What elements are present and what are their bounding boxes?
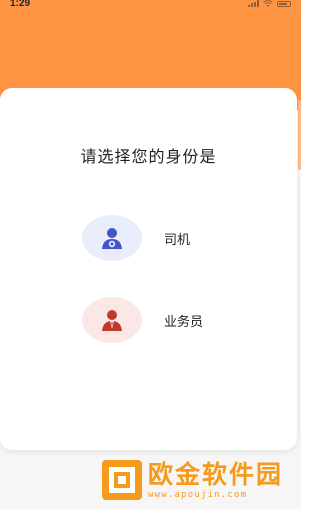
status-icons bbox=[248, 0, 291, 7]
identity-selection-screen: 1:29 请选择您的身份是 司机 业务员 欧金软件园 www.apoujin.c… bbox=[0, 0, 301, 509]
battery-icon bbox=[277, 0, 291, 7]
watermark-title: 欧金软件园 bbox=[148, 459, 284, 489]
watermark-logo-icon bbox=[102, 460, 142, 500]
watermark-text: 欧金软件园 www.apoujin.com bbox=[148, 459, 284, 500]
signal-icon bbox=[248, 0, 259, 7]
role-option-driver[interactable]: 司机 bbox=[82, 214, 262, 262]
status-bar: 1:29 bbox=[0, 0, 301, 14]
salesperson-avatar-icon bbox=[82, 297, 142, 343]
identity-dialog-card: 请选择您的身份是 司机 业务员 bbox=[0, 88, 297, 450]
role-option-salesperson[interactable]: 业务员 bbox=[82, 296, 262, 344]
wifi-icon bbox=[263, 0, 273, 7]
role-label-driver: 司机 bbox=[164, 232, 191, 248]
watermark-url: www.apoujin.com bbox=[148, 489, 248, 500]
scrollbar[interactable] bbox=[298, 100, 301, 170]
driver-avatar-icon bbox=[82, 215, 142, 261]
dialog-title: 请选择您的身份是 bbox=[80, 147, 217, 166]
watermark: 欧金软件园 www.apoujin.com bbox=[100, 458, 295, 502]
role-label-salesperson: 业务员 bbox=[164, 314, 204, 330]
status-time: 1:29 bbox=[10, 0, 31, 9]
